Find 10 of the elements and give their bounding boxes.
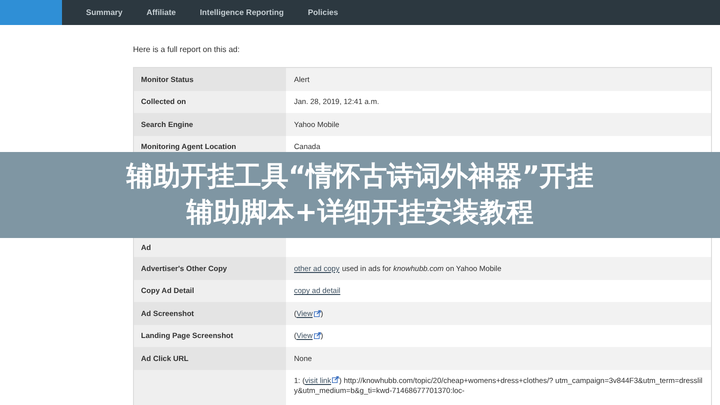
- external-link-icon: [314, 310, 321, 317]
- banner-text: 辅助脚本+详细开挂安装教程: [186, 196, 534, 230]
- nav-tab[interactable]: Affiliate: [146, 8, 176, 17]
- intro-text: Here is a full report on this ad:: [133, 45, 241, 54]
- banner-text: 辅助开挂工具“情怀古诗词外神器”开挂: [126, 160, 594, 194]
- nav-tab[interactable]: Intelligence Reporting: [200, 8, 284, 17]
- nav-tab[interactable]: Policies: [308, 8, 338, 17]
- external-link-icon: [332, 376, 340, 382]
- external-link-icon: [314, 332, 321, 340]
- nav-tab[interactable]: Summary: [86, 8, 122, 17]
